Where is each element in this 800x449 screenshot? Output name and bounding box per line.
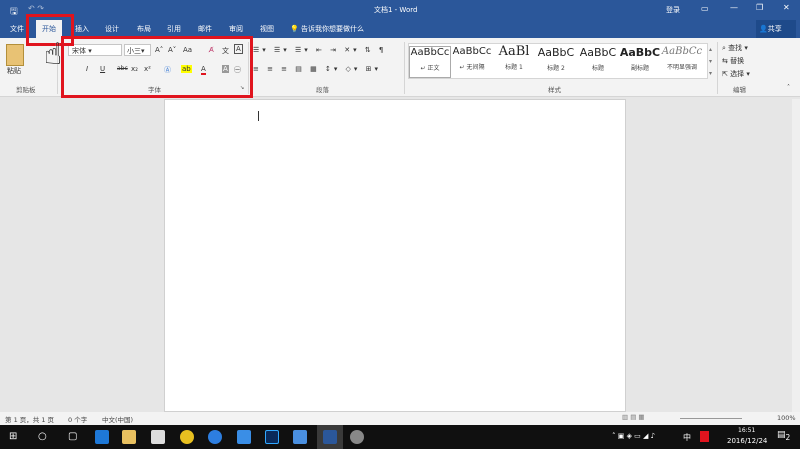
clock-date[interactable]: 2016/12/24 (727, 437, 767, 445)
lightbulb-icon: 💡 (290, 25, 299, 33)
taskbar: ⊞ ○ ▢ ˄ ▣ ◈ ▭ ◢ ♪ 中 16:51 2016/12/24 ▤2 (0, 425, 800, 449)
style-subtitle[interactable]: AaBbC 副标题 (619, 46, 661, 72)
file-explorer-icon[interactable] (122, 430, 136, 444)
share-label: 共享 (767, 25, 782, 33)
word-count[interactable]: 0 个字 (68, 414, 87, 424)
word-taskbar-button[interactable] (317, 425, 343, 449)
vertical-scrollbar[interactable] (792, 99, 800, 412)
style-heading-1[interactable]: AaBl 标题 1 (493, 44, 535, 71)
share-button[interactable]: 👤共享 (756, 20, 796, 38)
find-button[interactable]: ⌕ 查找 ▾ (722, 43, 748, 53)
tell-me-text: 告诉我你想要做什么 (300, 25, 364, 33)
styles-group-label: 样式 (548, 86, 561, 94)
search-icon[interactable]: ○ (38, 431, 47, 442)
status-bar: 第 1 页，共 1 页 0 个字 中文(中国) ▥ ▤ ▦ 100% (0, 412, 800, 425)
editing-group-label: 编辑 (733, 86, 746, 94)
collapse-ribbon-icon[interactable]: ˄ (787, 84, 790, 91)
task-view-icon[interactable]: ▢ (68, 431, 77, 442)
replace-label: 替换 (730, 57, 745, 65)
tab-layout[interactable]: 布局 (137, 24, 151, 34)
restore-icon[interactable]: ❐ (756, 3, 763, 12)
language[interactable]: 中文(中国) (102, 414, 133, 424)
paste-icon[interactable] (6, 44, 24, 66)
notification-count: 2 (785, 432, 791, 442)
clock-time[interactable]: 16:51 (738, 427, 755, 434)
undo-icon[interactable]: ↶ ↷ (28, 4, 44, 13)
photos-icon[interactable] (293, 430, 307, 444)
styles-scroll[interactable]: ▴ ▾ ▾ (709, 44, 712, 80)
list-buttons[interactable]: ☰▾ ☰▾ ☰▾ ⇤ ⇥ ✕▾ ⇅ ¶ (253, 46, 386, 54)
tray-icons[interactable]: ˄ ▣ ◈ ▭ ◢ ♪ (612, 432, 655, 440)
start-icon[interactable]: ⊞ (9, 431, 17, 442)
tab-insert[interactable]: 插入 (75, 24, 89, 34)
style-title[interactable]: AaBbC 标题 (577, 46, 619, 72)
hand-cursor-icon: ☝ (44, 37, 63, 72)
style-heading-2[interactable]: AaBbC 标题 2 (535, 46, 577, 72)
styles-gallery: AaBbCc ↵ 正文 AaBbCc ↵ 无间隔 AaBl 标题 1 AaBbC 标题 … (408, 43, 708, 79)
login-button[interactable]: 登录 (666, 5, 680, 15)
person-icon: 👤 (759, 25, 768, 33)
app-icon[interactable] (180, 430, 194, 444)
document-page[interactable] (164, 99, 626, 412)
replace-button[interactable]: ⇆ 替换 (722, 56, 744, 66)
align-buttons[interactable]: ≡ ≡ ≡ ▤ ▦ ↕▾ ◇▾ ⊞▾ (253, 65, 381, 73)
style-no-spacing[interactable]: AaBbCc ↵ 无间隔 (451, 46, 493, 71)
ie-icon[interactable] (237, 430, 251, 444)
store-icon[interactable] (151, 430, 165, 444)
edge-icon[interactable] (95, 430, 109, 444)
select-label: 选择 (730, 70, 745, 78)
page-count[interactable]: 第 1 页，共 1 页 (5, 414, 54, 424)
app2-icon[interactable] (350, 430, 364, 444)
paragraph-group-label: 段落 (316, 86, 329, 94)
notification-icon[interactable]: ▤2 (777, 430, 790, 442)
tab-file[interactable]: 文件 (10, 24, 24, 34)
close-icon[interactable]: ✕ (783, 3, 790, 12)
tab-review[interactable]: 审阅 (229, 24, 243, 34)
ime-indicator[interactable]: 中 (683, 432, 691, 443)
save-icon[interactable]: 🖫 (10, 4, 18, 20)
view-buttons[interactable]: ▥ ▤ ▦ (622, 413, 645, 421)
style-subtle-emphasis[interactable]: AaBbCc 不明显强调 (661, 46, 703, 71)
minimize-icon[interactable]: — (730, 3, 738, 12)
highlight-box-font-group (61, 36, 253, 98)
title-bar: 🖫 ↶ ↷ 文档1 - Word 登录 ▭ — ❐ ✕ (0, 0, 800, 20)
tell-me-search[interactable]: 💡 告诉我你想要做什么 (290, 24, 364, 34)
paste-button[interactable]: 粘贴 (7, 66, 21, 76)
tab-view[interactable]: 视图 (260, 24, 274, 34)
tab-mailings[interactable]: 邮件 (198, 24, 212, 34)
zoom-slider[interactable] (680, 418, 742, 419)
ribbon-options-icon[interactable]: ▭ (701, 4, 709, 13)
antivirus-icon[interactable] (700, 431, 709, 442)
select-button[interactable]: ⇱ 选择 ▾ (722, 69, 750, 79)
zoom-level[interactable]: 100% (777, 414, 796, 422)
style-normal[interactable]: AaBbCc ↵ 正文 (409, 46, 451, 78)
tab-design[interactable]: 设计 (105, 24, 119, 34)
tab-references[interactable]: 引用 (167, 24, 181, 34)
window-title: 文档1 - Word (374, 6, 418, 14)
clipboard-group-label: 剪贴板 (16, 86, 36, 94)
text-cursor (258, 111, 259, 121)
photoshop-icon[interactable] (265, 430, 279, 444)
sogou-icon[interactable] (208, 430, 222, 444)
find-label: 查找 (728, 44, 743, 52)
